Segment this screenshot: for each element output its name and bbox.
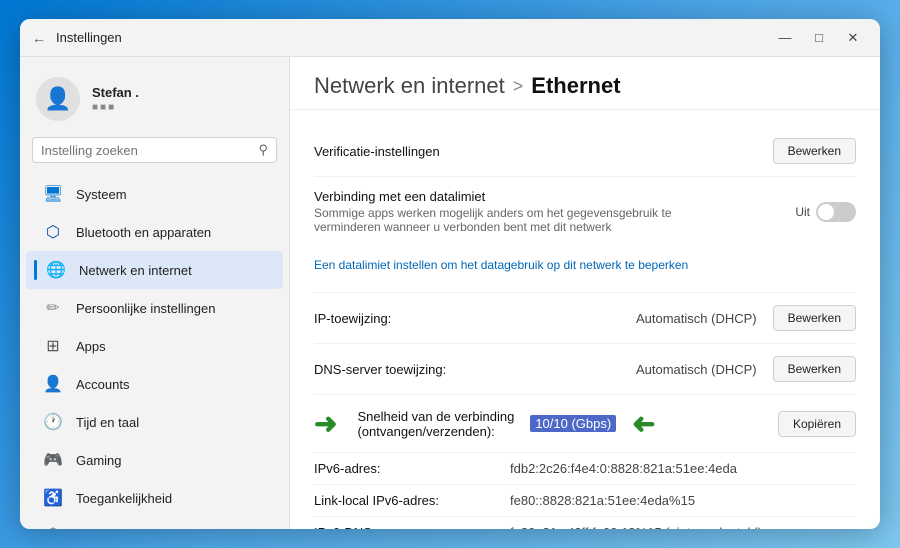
dns-bewerken-button[interactable]: Bewerken xyxy=(773,356,856,382)
active-indicator xyxy=(34,260,37,280)
breadcrumb-current: Ethernet xyxy=(531,73,620,99)
window-controls: — □ ✕ xyxy=(770,26,868,50)
ipv6dns-label: IPv6-DNS-servers: xyxy=(314,525,494,529)
sidebar-item-netwerk[interactable]: 🌐 Netwerk en internet xyxy=(26,251,283,289)
arrow-left-icon: ➜ xyxy=(314,407,337,440)
sidebar-item-label: Bluetooth en apparaten xyxy=(76,225,211,240)
ipv6dns-value: fe80::21c:42ff:fe00:18%15 (niet-versleut… xyxy=(510,525,762,529)
sidebar-item-apps[interactable]: ⊞ Apps xyxy=(26,327,283,365)
sidebar-item-label: Tijd en taal xyxy=(76,415,139,430)
sidebar: 👤 Stefan . ■■■ ⚲ 🖥 Systeem ⬡ Bluetooth en a… xyxy=(20,57,290,529)
gaming-icon: 🎮 xyxy=(42,449,64,471)
sidebar-item-accounts[interactable]: 👤 Accounts xyxy=(26,365,283,403)
search-icon: ⚲ xyxy=(258,142,268,158)
ipv6-row: IPv6-adres: fdb2:2c26:f4e4:0:8828:821a:5… xyxy=(314,453,856,485)
minimize-button[interactable]: — xyxy=(770,26,800,50)
sidebar-item-label: Gaming xyxy=(76,453,122,468)
speed-value: 10/10 (Gbps) xyxy=(530,415,616,432)
toegankelijkheid-icon: ♿ xyxy=(42,487,64,509)
datalimiet-desc: Sommige apps werken mogelijk anders om h… xyxy=(314,206,714,234)
back-button[interactable]: ← xyxy=(32,30,46,46)
arrow-right-icon: ➜ xyxy=(632,407,655,440)
dns-row: DNS-server toewijzing: Automatisch (DHCP… xyxy=(314,344,856,395)
ip-label: IP-toewijzing: xyxy=(314,311,620,326)
ip-bewerken-button[interactable]: Bewerken xyxy=(773,305,856,331)
window-title: Instellingen xyxy=(56,30,770,45)
speed-row: ➜ Snelheid van de verbinding (ontvangen/… xyxy=(314,395,856,453)
toggle-label: Uit xyxy=(795,205,810,219)
datalimiet-row: Verbinding met een datalimiet Sommige ap… xyxy=(314,177,856,293)
ipv6-label: IPv6-adres: xyxy=(314,461,494,476)
avatar: 👤 xyxy=(36,77,80,121)
main-content: 👤 Stefan . ■■■ ⚲ 🖥 Systeem ⬡ Bluetooth en a… xyxy=(20,57,880,529)
sidebar-item-systeem[interactable]: 🖥 Systeem xyxy=(26,175,283,213)
search-input[interactable] xyxy=(41,143,252,158)
linklocal-value: fe80::8828:821a:51ee:4eda%15 xyxy=(510,493,695,508)
user-name: Stefan . xyxy=(92,85,139,100)
sidebar-item-bluetooth[interactable]: ⬡ Bluetooth en apparaten xyxy=(26,213,283,251)
privacy-icon: 🛡 xyxy=(42,525,64,529)
tijd-icon: 🕐 xyxy=(42,411,64,433)
netwerk-icon: 🌐 xyxy=(45,259,67,281)
speed-kopieren-button[interactable]: Kopiëren xyxy=(778,411,856,437)
verificatie-label: Verificatie-instellingen xyxy=(314,144,757,159)
bluetooth-icon: ⬡ xyxy=(42,221,64,243)
apps-icon: ⊞ xyxy=(42,335,64,357)
sidebar-item-persoonlijk[interactable]: ✏ Persoonlijke instellingen xyxy=(26,289,283,327)
verificatie-row: Verificatie-instellingen Bewerken xyxy=(314,126,856,177)
sidebar-item-label: Apps xyxy=(76,339,106,354)
sidebar-item-label: Accounts xyxy=(76,377,129,392)
close-button[interactable]: ✕ xyxy=(838,26,868,50)
settings-body: Verificatie-instellingen Bewerken Verbin… xyxy=(290,110,880,529)
persoonlijk-icon: ✏ xyxy=(42,297,64,319)
ip-value: Automatisch (DHCP) xyxy=(636,311,757,326)
sidebar-item-label: Persoonlijke instellingen xyxy=(76,301,215,316)
sidebar-item-label: Toegankelijkheid xyxy=(76,491,172,506)
datalimiet-link[interactable]: Een datalimiet instellen om het datagebr… xyxy=(314,254,856,276)
sidebar-item-tijd[interactable]: 🕐 Tijd en taal xyxy=(26,403,283,441)
breadcrumb-parent: Netwerk en internet xyxy=(314,73,505,99)
speed-label: Snelheid van de verbinding (ontvangen/ve… xyxy=(357,409,514,439)
sidebar-item-label: Systeem xyxy=(76,187,127,202)
dns-label: DNS-server toewijzing: xyxy=(314,362,620,377)
page-header: Netwerk en internet > Ethernet xyxy=(290,57,880,110)
right-panel: Netwerk en internet > Ethernet Verificat… xyxy=(290,57,880,529)
ipv6-value: fdb2:2c26:f4e4:0:8828:821a:51ee:4eda xyxy=(510,461,737,476)
maximize-button[interactable]: □ xyxy=(804,26,834,50)
sidebar-item-toegankelijkheid[interactable]: ♿ Toegankelijkheid xyxy=(26,479,283,517)
accounts-icon: 👤 xyxy=(42,373,64,395)
sidebar-item-gaming[interactable]: 🎮 Gaming xyxy=(26,441,283,479)
ipv6dns-row: IPv6-DNS-servers: fe80::21c:42ff:fe00:18… xyxy=(314,517,856,529)
systeem-icon: 🖥 xyxy=(42,183,64,205)
datalimiet-toggle: Uit xyxy=(795,202,856,222)
nav-list: 🖥 Systeem ⬡ Bluetooth en apparaten 🌐 Netwerk … xyxy=(20,175,289,529)
verificatie-bewerken-button[interactable]: Bewerken xyxy=(773,138,856,164)
datalimiet-label: Verbinding met een datalimiet xyxy=(314,189,779,204)
breadcrumb-separator: > xyxy=(513,76,524,97)
user-info: Stefan . ■■■ xyxy=(92,85,139,113)
sidebar-item-privacy[interactable]: 🛡 Privacy & beveiliging xyxy=(26,517,283,529)
ip-row: IP-toewijzing: Automatisch (DHCP) Bewerk… xyxy=(314,293,856,344)
dns-value: Automatisch (DHCP) xyxy=(636,362,757,377)
settings-window: ← Instellingen — □ ✕ 👤 Stefan . ■■■ ⚲ 🖥 S… xyxy=(20,19,880,529)
breadcrumb: Netwerk en internet > Ethernet xyxy=(314,73,856,99)
toggle-switch[interactable] xyxy=(816,202,856,222)
search-box: ⚲ xyxy=(32,137,277,163)
sidebar-item-label: Privacy & beveiliging xyxy=(76,529,196,530)
sidebar-item-label: Netwerk en internet xyxy=(79,263,192,278)
user-dots: ■■■ xyxy=(92,102,139,113)
linklocal-row: Link-local IPv6-adres: fe80::8828:821a:5… xyxy=(314,485,856,517)
linklocal-label: Link-local IPv6-adres: xyxy=(314,493,494,508)
user-section: 👤 Stefan . ■■■ xyxy=(20,69,289,137)
titlebar: ← Instellingen — □ ✕ xyxy=(20,19,880,57)
